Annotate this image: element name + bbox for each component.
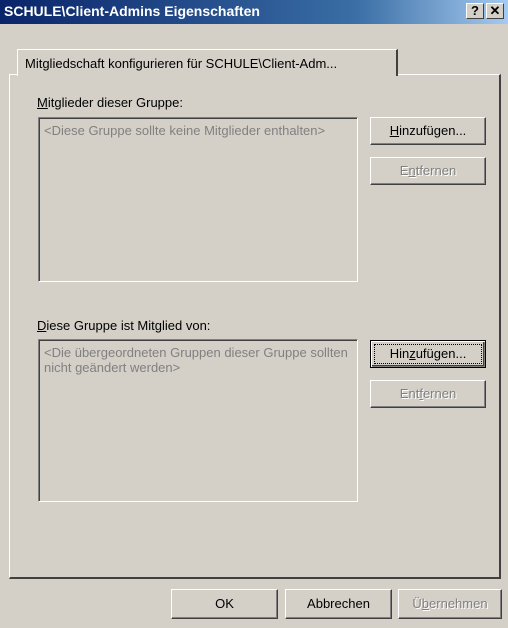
member-of-list-placeholder: <Die übergeordneten Gruppen dieser Grupp… — [44, 345, 348, 375]
member-of-remove-button[interactable]: Entfernen — [370, 380, 486, 408]
member-of-add-button[interactable]: Hinzufügen... — [370, 340, 486, 368]
members-add-button[interactable]: Hinzufügen... — [370, 117, 486, 145]
member-of-list[interactable]: <Die übergeordneten Gruppen dieser Grupp… — [38, 339, 358, 502]
apply-button[interactable]: Übernehmen — [398, 589, 502, 619]
members-label: Mitglieder dieser Gruppe: — [37, 95, 183, 110]
tab-membership[interactable]: Mitgliedschaft konfigurieren für SCHULE\… — [17, 49, 398, 76]
close-button[interactable]: ✕ — [486, 3, 504, 19]
help-button[interactable]: ? — [466, 3, 484, 19]
title-bar[interactable]: SCHULE\Client-Admins Eigenschaften ? ✕ — [0, 0, 508, 24]
members-list-placeholder: <Diese Gruppe sollte keine Mitglieder en… — [44, 123, 326, 138]
cancel-button[interactable]: Abbrechen — [285, 589, 392, 619]
members-list[interactable]: <Diese Gruppe sollte keine Mitglieder en… — [38, 117, 358, 282]
help-icon: ? — [471, 3, 479, 18]
close-icon: ✕ — [489, 3, 501, 18]
ok-button[interactable]: OK — [171, 589, 278, 619]
members-remove-button[interactable]: Entfernen — [370, 157, 486, 185]
member-of-label: Diese Gruppe ist Mitglied von: — [37, 318, 211, 333]
tab-label: Mitgliedschaft konfigurieren für SCHULE\… — [25, 56, 338, 71]
window-title: SCHULE\Client-Admins Eigenschaften — [4, 3, 260, 19]
